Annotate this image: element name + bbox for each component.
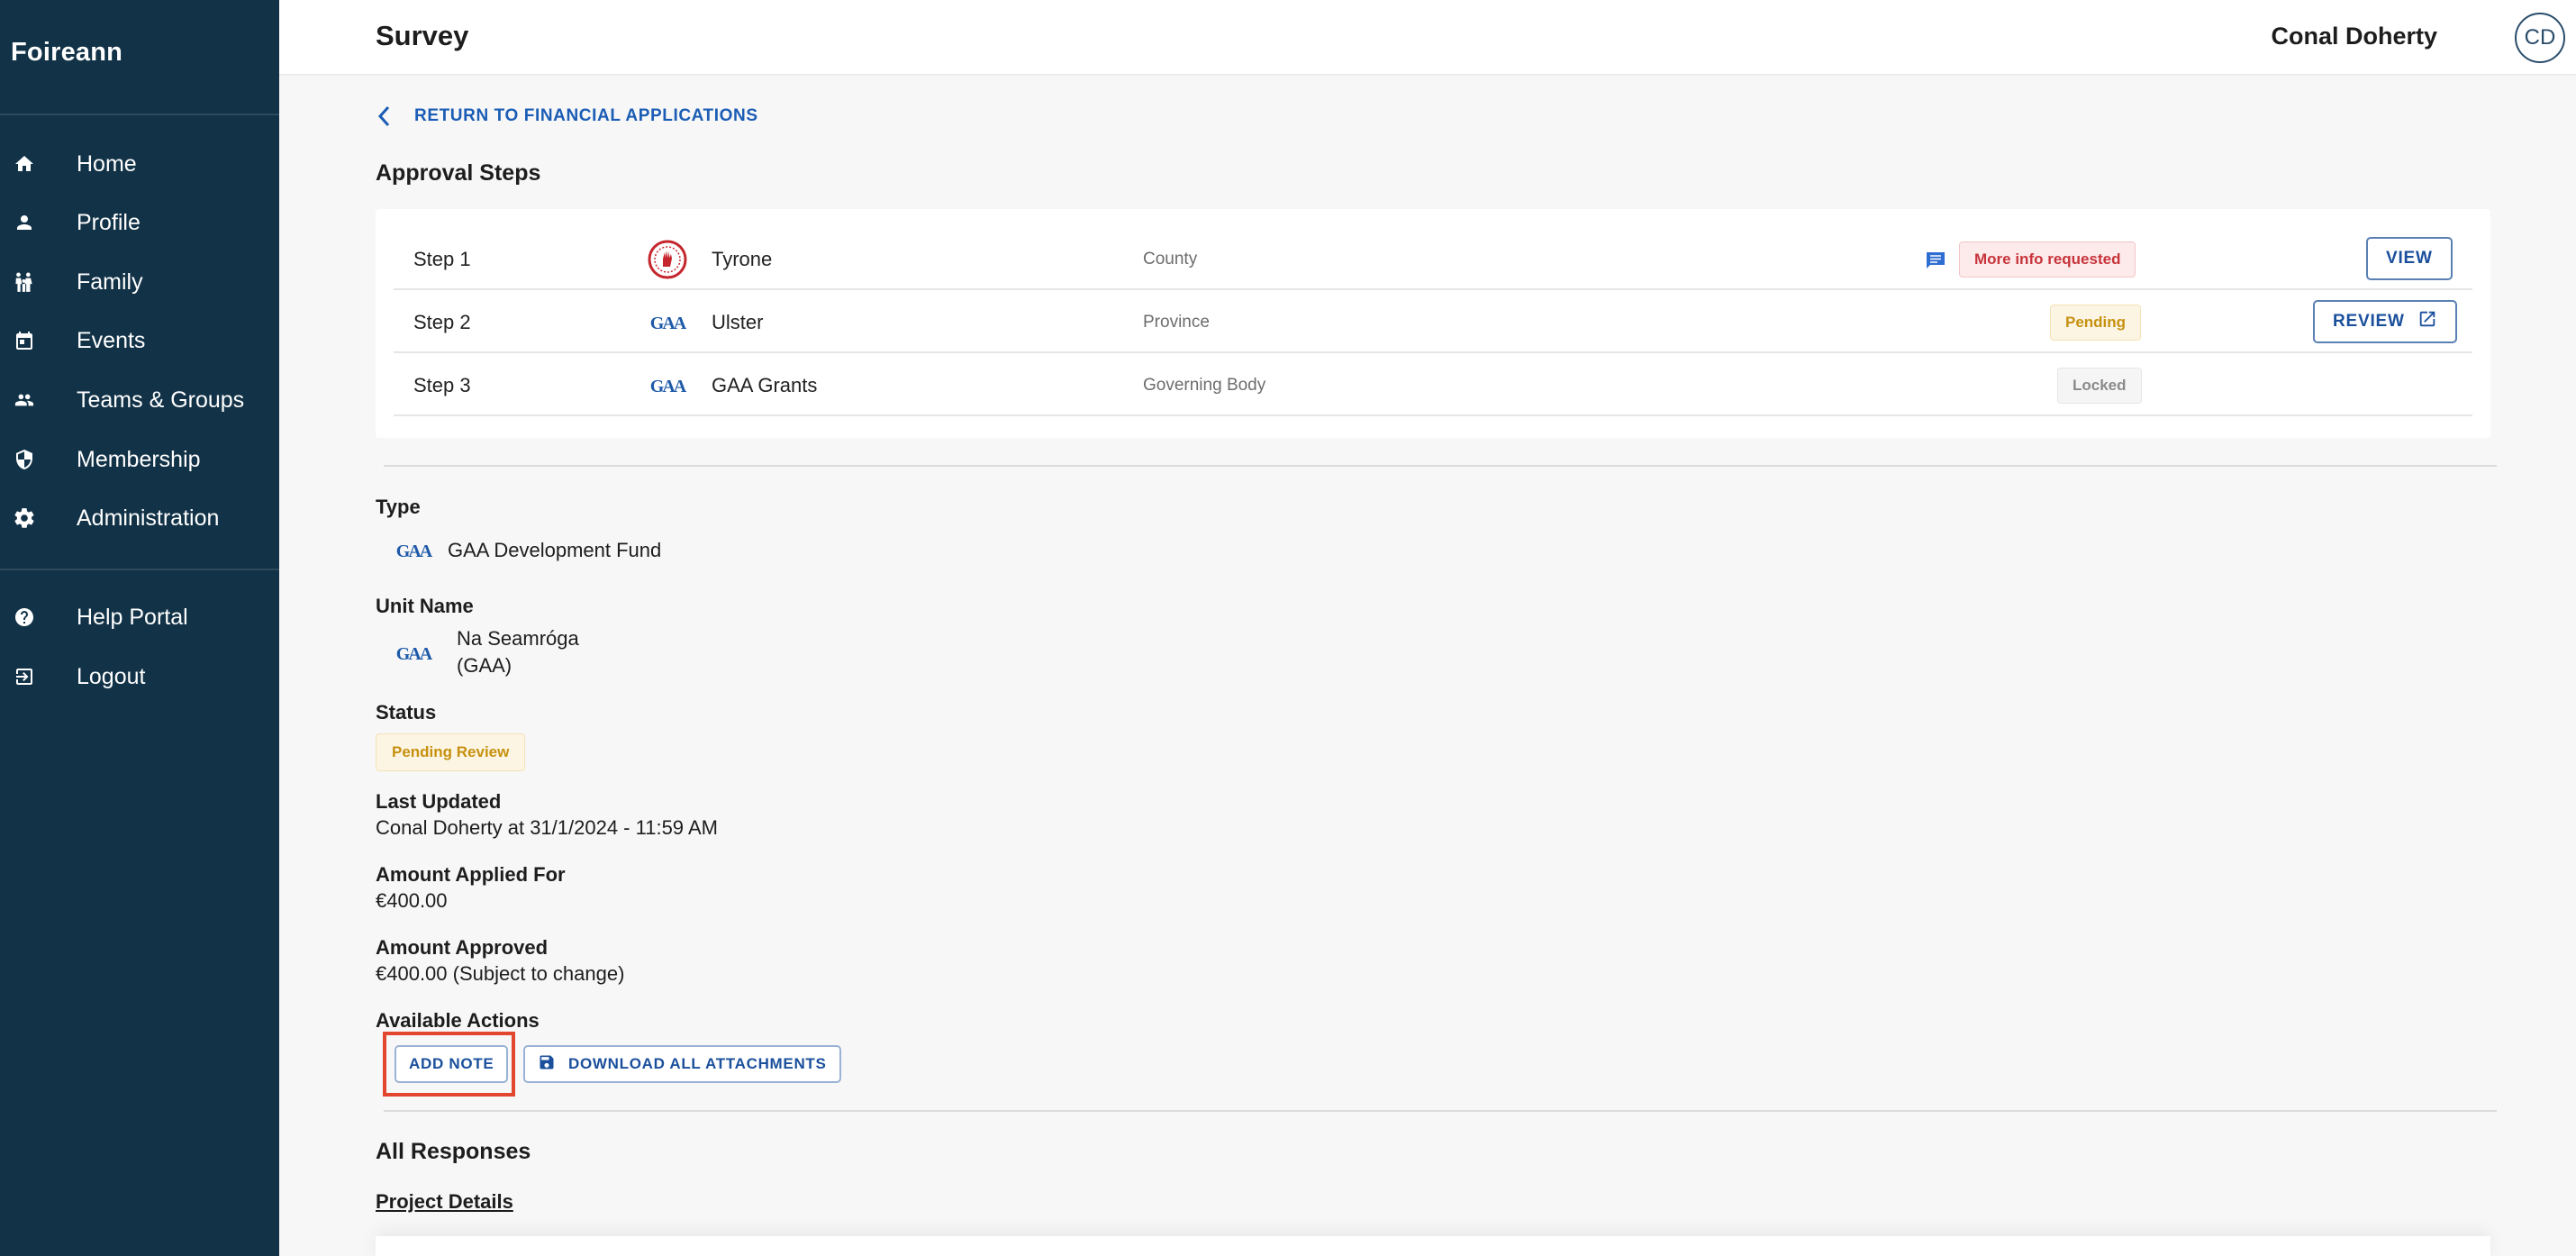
status-badge: Pending Review bbox=[376, 733, 526, 771]
amount-applied-value: €400.00 bbox=[376, 889, 448, 912]
group-icon bbox=[13, 388, 36, 412]
amount-approved-label: Amount Approved bbox=[376, 936, 549, 959]
responses-card bbox=[376, 1236, 2490, 1256]
type-label: Type bbox=[376, 496, 421, 518]
status-badge: Pending bbox=[2050, 305, 2142, 341]
return-link[interactable]: RETURN TO FINANCIAL APPLICATIONS bbox=[376, 103, 758, 130]
svg-text:GAA: GAA bbox=[396, 542, 433, 560]
step-org: Ulster bbox=[712, 311, 764, 333]
step-level: Governing Body bbox=[1143, 376, 1266, 395]
help-icon bbox=[13, 605, 36, 629]
step-org: Tyrone bbox=[712, 248, 773, 270]
sidebar-item-teams-groups[interactable]: Teams & Groups bbox=[0, 373, 279, 427]
step-number: Step 1 bbox=[413, 248, 471, 270]
message-icon[interactable] bbox=[1925, 250, 1946, 270]
sidebar-divider bbox=[0, 569, 279, 570]
sidebar-item-label: Profile bbox=[77, 209, 141, 235]
person-icon bbox=[13, 211, 36, 234]
svg-text:GAA: GAA bbox=[650, 377, 687, 396]
svg-text:GAA: GAA bbox=[650, 314, 687, 332]
user-name[interactable]: Conal Doherty bbox=[2271, 23, 2437, 50]
project-details-heading[interactable]: Project Details bbox=[376, 1190, 513, 1214]
download-attachments-button[interactable]: DOWNLOAD ALL ATTACHMENTS bbox=[523, 1045, 841, 1083]
sidebar-item-administration[interactable]: Administration bbox=[0, 491, 279, 545]
step-level: Province bbox=[1143, 313, 1210, 332]
sidebar-item-profile[interactable]: Profile bbox=[0, 196, 279, 250]
highlight-box bbox=[383, 1032, 515, 1097]
status-badge: Locked bbox=[2057, 368, 2142, 404]
status-badge: More info requested bbox=[1959, 241, 2136, 278]
sidebar-item-label: Help Portal bbox=[77, 604, 188, 630]
calendar-icon bbox=[13, 329, 36, 352]
approval-step-row: Step 1 Tyrone County More info requested… bbox=[394, 227, 2472, 290]
gaa-logo-icon: GAA bbox=[390, 537, 437, 564]
approval-step-row: Step 3 GAA GAA Grants Governing Body Loc… bbox=[394, 353, 2472, 416]
return-link-label: RETURN TO FINANCIAL APPLICATIONS bbox=[414, 106, 758, 125]
approval-step-row: Step 2 GAA Ulster Province Pending REVIE… bbox=[394, 290, 2472, 353]
unit-name-value-suffix: (GAA) bbox=[457, 654, 512, 677]
gear-icon bbox=[13, 506, 36, 530]
page-title: Survey bbox=[376, 20, 469, 51]
download-attachments-label: DOWNLOAD ALL ATTACHMENTS bbox=[568, 1055, 827, 1072]
save-icon bbox=[538, 1053, 556, 1076]
sidebar-item-label: Logout bbox=[77, 663, 146, 689]
sidebar-item-help-portal[interactable]: Help Portal bbox=[0, 590, 279, 644]
all-responses-title: All Responses bbox=[376, 1139, 531, 1164]
step-org: GAA Grants bbox=[712, 374, 818, 396]
svg-text:GAA: GAA bbox=[396, 644, 433, 663]
section-divider bbox=[384, 1110, 2497, 1112]
sidebar-item-label: Family bbox=[77, 268, 143, 295]
sidebar-item-family[interactable]: Family bbox=[0, 255, 279, 309]
available-actions-label: Available Actions bbox=[376, 1009, 540, 1032]
sidebar-item-label: Membership bbox=[77, 446, 201, 472]
sidebar-item-label: Teams & Groups bbox=[77, 387, 245, 413]
step-number: Step 3 bbox=[413, 374, 471, 396]
last-updated-value: Conal Doherty at 31/1/2024 - 11:59 AM bbox=[376, 816, 718, 839]
sidebar-item-label: Events bbox=[77, 327, 146, 353]
tyrone-crest-icon bbox=[644, 240, 691, 279]
chevron-left-icon bbox=[376, 103, 396, 130]
sidebar-item-home[interactable]: Home bbox=[0, 137, 279, 191]
gaa-logo-icon: GAA bbox=[390, 640, 437, 667]
unit-name-label: Unit Name bbox=[376, 595, 474, 617]
logout-icon bbox=[13, 665, 36, 688]
amount-applied-label: Amount Applied For bbox=[376, 863, 566, 886]
family-icon bbox=[13, 270, 36, 294]
view-button[interactable]: VIEW bbox=[2366, 237, 2453, 280]
section-divider bbox=[384, 465, 2497, 467]
approval-steps-title: Approval Steps bbox=[376, 160, 541, 186]
approval-steps-card: Step 1 Tyrone County More info requested… bbox=[376, 209, 2490, 438]
review-button[interactable]: REVIEW bbox=[2313, 300, 2457, 343]
sidebar-divider bbox=[0, 114, 279, 115]
amount-approved-value: €400.00 (Subject to change) bbox=[376, 962, 625, 985]
open-in-new-icon bbox=[2417, 309, 2437, 334]
sidebar-item-label: Home bbox=[77, 150, 137, 177]
step-number: Step 2 bbox=[413, 311, 471, 333]
review-button-label: REVIEW bbox=[2333, 312, 2405, 331]
shield-icon bbox=[13, 448, 36, 471]
step-level: County bbox=[1143, 250, 1198, 268]
sidebar-item-logout[interactable]: Logout bbox=[0, 650, 279, 704]
sidebar: Foireann Home Profile Family Events Team… bbox=[0, 0, 279, 1256]
status-label: Status bbox=[376, 701, 437, 724]
gaa-logo-icon: GAA bbox=[644, 368, 691, 404]
top-bar: Survey Conal Doherty CD bbox=[279, 0, 2576, 76]
home-icon bbox=[13, 152, 36, 176]
sidebar-item-label: Administration bbox=[77, 505, 220, 531]
avatar[interactable]: CD bbox=[2515, 13, 2565, 63]
sidebar-item-events[interactable]: Events bbox=[0, 314, 279, 368]
unit-name-value: Na Seamróga bbox=[457, 627, 579, 650]
type-value: GAA Development Fund bbox=[448, 539, 662, 561]
sidebar-item-membership[interactable]: Membership bbox=[0, 432, 279, 487]
gaa-logo-icon: GAA bbox=[644, 305, 691, 341]
last-updated-label: Last Updated bbox=[376, 790, 502, 813]
main-content: RETURN TO FINANCIAL APPLICATIONS Approva… bbox=[279, 76, 2576, 1256]
brand-logo[interactable]: Foireann bbox=[11, 38, 122, 68]
